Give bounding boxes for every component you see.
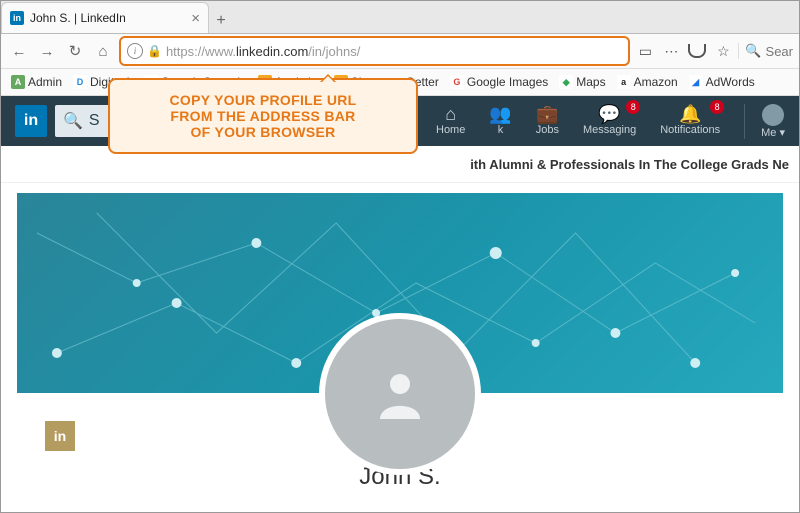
reader-icon[interactable]: ▭	[634, 40, 656, 62]
address-text: https://www.linkedin.com/in/johns/	[166, 44, 622, 59]
linkedin-menu: ⌂Home 👥k 💼Jobs 💬8Messaging 🔔8Notifications Me…	[436, 104, 785, 139]
bookmark-star-icon[interactable]: ☆	[712, 40, 734, 62]
info-icon[interactable]: i	[127, 43, 143, 59]
reload-button[interactable]: ↻	[63, 39, 87, 63]
linkedin-logo[interactable]: in	[15, 105, 47, 137]
search-icon: 🔍	[63, 111, 83, 131]
linkedin-nav-notifications[interactable]: 🔔8Notifications	[660, 104, 720, 139]
tab-title: John S. | LinkedIn	[30, 11, 126, 25]
browser-toolbar: ← → ↻ ⌂ i 🔒 https://www.linkedin.com/in/…	[1, 34, 799, 69]
premium-badge: in	[45, 421, 75, 451]
linkedin-nav-home[interactable]: ⌂Home	[436, 104, 465, 139]
profile-avatar[interactable]	[319, 313, 481, 475]
bookmark-amazon[interactable]: aAmazon	[613, 73, 682, 91]
search-icon: 🔍	[745, 43, 761, 59]
lock-icon: 🔒	[147, 44, 162, 58]
bookmark-google-images[interactable]: GGoogle Images	[446, 73, 552, 91]
pocket-icon[interactable]	[686, 40, 708, 62]
person-icon	[370, 364, 430, 424]
bookmark-maps[interactable]: ◆Maps	[555, 73, 609, 91]
linkedin-nav-jobs[interactable]: 💼Jobs	[536, 104, 559, 139]
bookmark-admin[interactable]: AAdmin	[7, 73, 66, 91]
bookmark-adwords[interactable]: ◢AdWords	[685, 73, 759, 91]
forward-button[interactable]: →	[35, 39, 59, 63]
linkedin-nav-k[interactable]: 👥k	[489, 104, 511, 139]
tab-favicon: in	[10, 11, 24, 25]
search-placeholder: Sear	[766, 44, 793, 59]
linkedin-nav-messaging[interactable]: 💬8Messaging	[583, 104, 636, 139]
address-bar[interactable]: i 🔒 https://www.linkedin.com/in/johns/	[119, 36, 630, 66]
menu-icon[interactable]: ⋯	[660, 40, 682, 62]
new-tab-button[interactable]: +	[209, 9, 233, 33]
home-button[interactable]: ⌂	[91, 39, 115, 63]
browser-tab[interactable]: in John S. | LinkedIn ×	[1, 2, 209, 33]
tab-bar: in John S. | LinkedIn × +	[1, 1, 799, 34]
close-icon[interactable]: ×	[191, 10, 200, 27]
back-button[interactable]: ←	[7, 39, 31, 63]
profile-card: in John S.	[17, 393, 783, 491]
search-text: S	[89, 112, 100, 130]
search-box[interactable]: 🔍 Sear	[738, 43, 793, 59]
instruction-callout: COPY YOUR PROFILE URL FROM THE ADDRESS B…	[108, 78, 418, 154]
linkedin-nav-me[interactable]: Me ▾	[744, 104, 785, 139]
